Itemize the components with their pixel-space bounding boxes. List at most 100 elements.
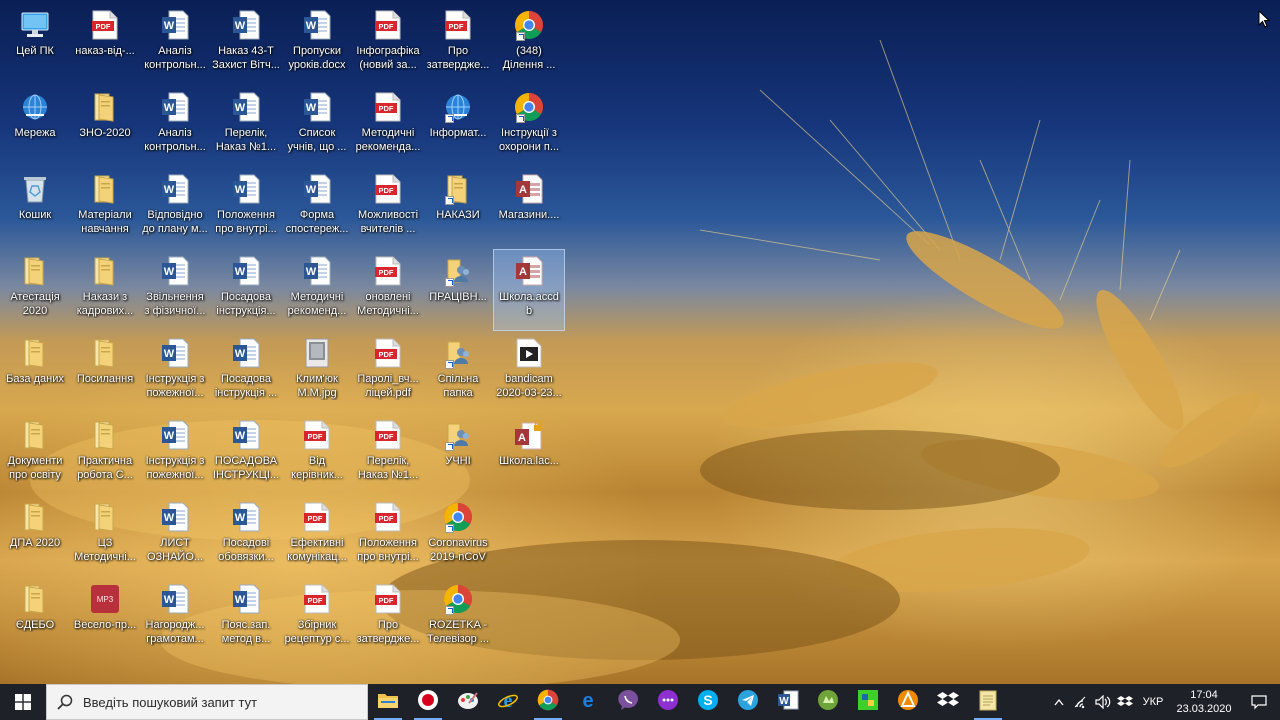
desktop-icon-label: Магазини.... <box>498 209 560 221</box>
desktop-icon[interactable]: W Аналіз контрольн... <box>140 4 210 84</box>
desktop-icon[interactable]: ЄДЕБО <box>0 578 70 658</box>
show-hidden-icons-button[interactable] <box>1048 684 1070 720</box>
desktop-icon[interactable]: PDF Збірник рецептур с... <box>282 578 352 658</box>
desktop-icon[interactable]: PDF Паролі_вч... ліцей.pdf <box>353 332 423 412</box>
desktop-icon[interactable]: Практична робота С... <box>70 414 140 494</box>
desktop-icon[interactable]: Документи про освіту <box>0 414 70 494</box>
action-center-button[interactable] <box>1238 684 1280 720</box>
dropbox-tray-button[interactable] <box>1114 684 1136 720</box>
svg-text:W: W <box>306 20 317 32</box>
desktop-icon[interactable]: PDF Методичні рекоменда... <box>353 86 423 166</box>
taskbar-app-button[interactable] <box>608 684 648 720</box>
desktop-icon[interactable]: PDF оновлені Методичні... <box>353 250 423 330</box>
desktop-icon[interactable]: A Школа.accd b <box>493 249 565 331</box>
desktop-icon[interactable]: W Наказ 43-Т Захист Вітч... <box>211 4 281 84</box>
desktop-icon[interactable]: Цей ПК <box>0 4 70 84</box>
desktop-icon[interactable]: bandicam 2020-03-23... <box>494 332 564 412</box>
desktop-icon[interactable]: W Список учнів, що ... <box>282 86 352 166</box>
desktop-icon[interactable]: PDF Про затвердже... <box>423 4 493 84</box>
wifi-tray-button[interactable] <box>1070 684 1092 720</box>
desktop-icon[interactable]: W ЛИСТ ОЗНАЙО... <box>140 496 210 576</box>
desktop-icon[interactable]: W Методичні рекоменд... <box>282 250 352 330</box>
desktop-icon-label: ЛИСТ ОЗНАЙО... <box>146 537 204 563</box>
desktop-icon[interactable]: Посилання <box>70 332 140 412</box>
svg-text:PDF: PDF <box>379 514 394 523</box>
desktop-icon[interactable]: W Положення про внутрі... <box>211 168 281 248</box>
volume-tray-button[interactable] <box>1092 684 1114 720</box>
desktop-icon[interactable]: Клим'юк М.М.jpg <box>282 332 352 412</box>
taskbar-app-button[interactable] <box>968 684 1008 720</box>
desktop-icon[interactable]: Атестація 2020 <box>0 250 70 330</box>
taskbar-app-button[interactable] <box>448 684 488 720</box>
desktop-icon[interactable]: УЧНІ <box>423 414 493 494</box>
taskbar-search-box[interactable]: Введіть пошуковий запит тут <box>46 684 368 720</box>
desktop-icon[interactable]: W Інструкція з пожежної... <box>140 414 210 494</box>
desktop-icon[interactable]: ROZETKA - Телевізор ... <box>423 578 493 658</box>
svg-text:W: W <box>164 102 175 114</box>
desktop-icon[interactable]: PDF Ефективні комунікац... <box>282 496 352 576</box>
desktop-icon[interactable]: MP3 Весело-пр... <box>70 578 140 658</box>
desktop-icon[interactable]: W Посадова інструкція ... <box>211 332 281 412</box>
desktop-icon[interactable]: PDF Інфографіка (новий за... <box>353 4 423 84</box>
start-button[interactable] <box>0 684 46 720</box>
desktop-icon[interactable]: W ПОСАДОВА ІНСТРУКЦІ... <box>211 414 281 494</box>
taskbar-app-button[interactable] <box>928 684 968 720</box>
taskbar-app-button[interactable] <box>368 684 408 720</box>
desktop-icon[interactable]: Накази з кадрових... <box>70 250 140 330</box>
desktop-icon[interactable]: PDF Від керівник... <box>282 414 352 494</box>
desktop-icon[interactable]: Інструкції з охорони п... <box>494 86 564 166</box>
svg-text:W: W <box>306 102 317 114</box>
desktop-icon[interactable]: Матеріали навчання <box>70 168 140 248</box>
desktop-icon[interactable]: W Посадові обовязки... <box>211 496 281 576</box>
desktop-icon[interactable]: W Звільнення з фізичної... <box>140 250 210 330</box>
desktop-icon[interactable]: ЦЗ Методичні... <box>70 496 140 576</box>
desktop-icon[interactable]: Мережа <box>0 86 70 166</box>
svg-text:PDF: PDF <box>379 350 394 359</box>
taskbar-app-button[interactable] <box>528 684 568 720</box>
desktop-icon[interactable]: W Нагородж... грамотам... <box>140 578 210 658</box>
desktop-icon[interactable]: PDF Можливості вчителів ... <box>353 168 423 248</box>
taskbar-app-button[interactable]: W <box>768 684 808 720</box>
desktop-icon[interactable]: Спільна папка <box>423 332 493 412</box>
desktop-icon[interactable]: W Пропуски уроків.docx <box>282 4 352 84</box>
desktop-icon[interactable]: W Аналіз контрольн... <box>140 86 210 166</box>
taskbar-app-button[interactable] <box>848 684 888 720</box>
desktop-icon[interactable]: ЗНО-2020 <box>70 86 140 166</box>
desktop-icon[interactable]: ПРАЦІВН... <box>423 250 493 330</box>
desktop-icon-label: bandicam 2020-03-23... <box>496 373 562 399</box>
svg-text:PDF: PDF <box>308 514 323 523</box>
desktop[interactable]: Цей ПК Мережа Кошик Атестація 2020 База дани… <box>0 0 1280 684</box>
taskbar-app-button[interactable] <box>408 684 448 720</box>
desktop-icon[interactable]: A Магазини.... <box>494 168 564 248</box>
desktop-icon[interactable]: PDF Перелік, Наказ №1... <box>353 414 423 494</box>
desktop-icon[interactable]: PDF наказ-від-... <box>70 4 140 84</box>
desktop-icon[interactable]: W Перелік, Наказ №1... <box>211 86 281 166</box>
desktop-icon-label: Про затвердже... <box>426 45 490 71</box>
clock-button[interactable]: 17:04 23.03.2020 <box>1170 688 1238 716</box>
word-icon: W <box>302 174 332 204</box>
desktop-icon[interactable]: A Школа.lac... <box>494 414 564 494</box>
desktop-icon[interactable]: ДПА 2020 <box>0 496 70 576</box>
avast-icon <box>897 689 919 716</box>
desktop-icon[interactable]: W Пояс.зап. метод в... <box>211 578 281 658</box>
desktop-icon[interactable]: PDF Положення про внутрі... <box>353 496 423 576</box>
desktop-icon[interactable]: PDF Про затвердже... <box>353 578 423 658</box>
taskbar-app-button[interactable] <box>888 684 928 720</box>
desktop-icon[interactable]: База даних <box>0 332 70 412</box>
desktop-icon[interactable]: Coronavirus 2019-nCoV <box>423 496 493 576</box>
desktop-icon[interactable]: W Інструкція з пожежної... <box>140 332 210 412</box>
taskbar-app-button[interactable] <box>808 684 848 720</box>
input-language-button[interactable]: УКР <box>1136 684 1170 720</box>
desktop-icon[interactable]: W Посадова інструкція... <box>211 250 281 330</box>
desktop-icon[interactable]: Кошик <box>0 168 70 248</box>
taskbar-app-button[interactable]: e <box>488 684 528 720</box>
desktop-icon[interactable]: W Форма спостереж... <box>282 168 352 248</box>
taskbar-app-button[interactable] <box>728 684 768 720</box>
desktop-icon[interactable]: НАКАЗИ <box>423 168 493 248</box>
desktop-icon[interactable]: Інформат... <box>423 86 493 166</box>
taskbar-app-button[interactable] <box>648 684 688 720</box>
taskbar-app-button[interactable]: e <box>568 684 608 720</box>
taskbar-app-button[interactable]: S <box>688 684 728 720</box>
desktop-icon[interactable]: W Відповідно до плану м... <box>140 168 210 248</box>
desktop-icon[interactable]: (348) Ділення ... <box>494 4 564 84</box>
